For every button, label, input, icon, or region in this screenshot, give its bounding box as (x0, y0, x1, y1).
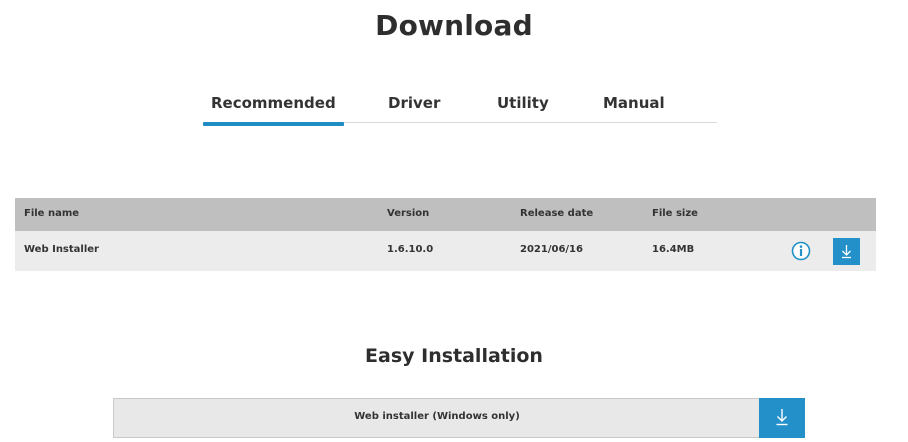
file-table: File name Version Release date File size… (15, 198, 876, 271)
file-size-cell: 16.4MB (652, 244, 695, 255)
download-arrow-icon (842, 245, 851, 259)
version-cell: 1.6.10.0 (387, 244, 434, 255)
web-installer-button[interactable]: Web installer (Windows only) (113, 398, 805, 438)
web-installer-label: Web installer (Windows only) (354, 411, 520, 422)
download-arrow-icon (776, 409, 788, 426)
file-name-cell: Web Installer (24, 244, 99, 255)
installer-download-button[interactable] (759, 398, 805, 438)
page-title: Download (375, 9, 533, 42)
info-icon[interactable] (791, 241, 811, 261)
download-button[interactable] (833, 238, 860, 265)
column-header-file-size: File size (652, 208, 698, 219)
column-header-release-date: Release date (520, 208, 594, 219)
release-date-cell: 2021/06/16 (520, 244, 583, 255)
column-header-file-name: File name (24, 208, 80, 219)
tab-manual[interactable]: Manual (603, 94, 665, 112)
table-row: Web Installer 1.6.10.0 2021/06/16 16.4MB (15, 231, 876, 271)
table-header: File name Version Release date File size (15, 198, 876, 231)
tab-driver[interactable]: Driver (388, 94, 440, 112)
section-title-easy-installation: Easy Installation (365, 345, 543, 367)
tab-utility[interactable]: Utility (497, 94, 549, 112)
tab-bar: Recommended Driver Utility Manual (203, 88, 717, 126)
tab-recommended[interactable]: Recommended (203, 94, 344, 126)
column-header-version: Version (387, 208, 430, 219)
